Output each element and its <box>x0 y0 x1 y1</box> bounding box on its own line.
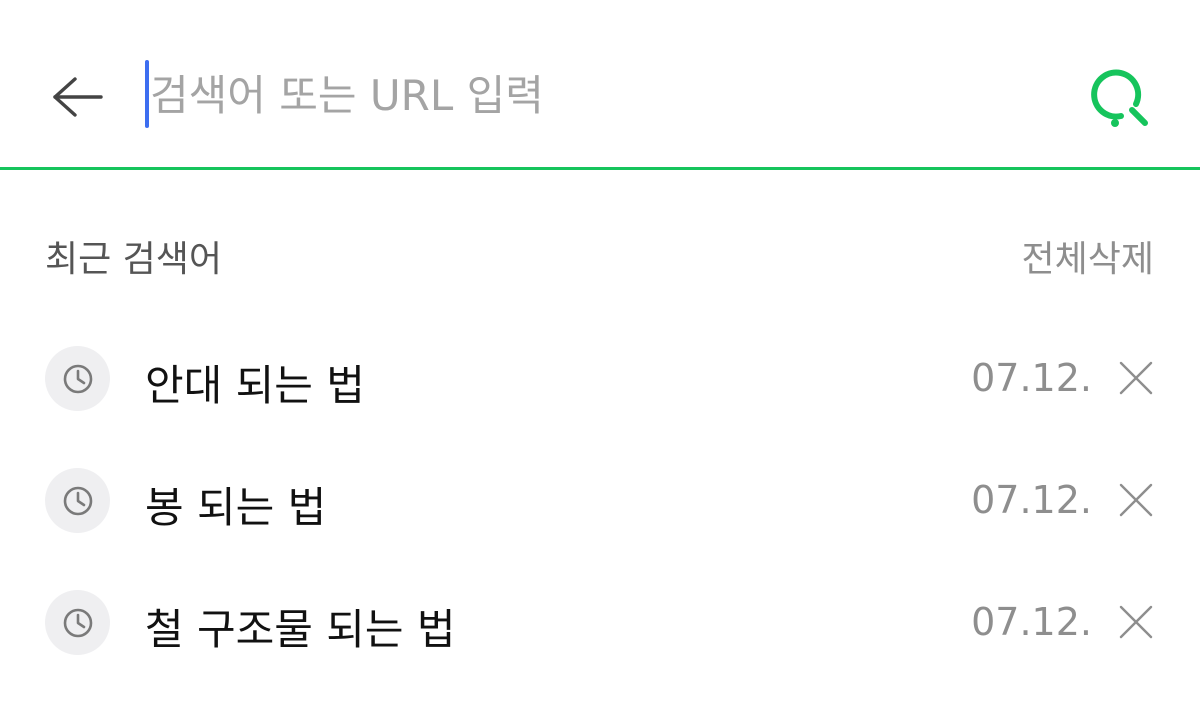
clock-icon <box>63 364 92 393</box>
clear-all-button[interactable]: 전체삭제 <box>1022 230 1154 282</box>
search-bar <box>0 0 1200 170</box>
section-title: 최근 검색어 <box>45 239 223 280</box>
recent-searches-header: 최근 검색어 전체삭제 <box>0 218 1200 298</box>
search-input[interactable] <box>150 60 1030 130</box>
search-date: 07.12. <box>971 356 1092 400</box>
search-term: 안대 되는 법 <box>145 361 365 410</box>
green-search-icon <box>1091 69 1148 127</box>
back-button[interactable] <box>46 66 108 128</box>
delete-button[interactable] <box>1116 480 1156 520</box>
search-term: 철 구조물 되는 법 <box>145 605 456 654</box>
list-item[interactable]: 안대 되는 법 07.12. <box>0 318 1200 440</box>
list-item[interactable]: 철 구조물 되는 법 07.12. <box>0 562 1200 684</box>
text-cursor <box>145 60 149 128</box>
clock-icon <box>63 608 92 637</box>
search-date: 07.12. <box>971 600 1092 644</box>
close-icon <box>1119 483 1153 517</box>
clock-icon <box>63 486 92 515</box>
close-icon <box>1119 361 1153 395</box>
search-submit-button[interactable] <box>1080 58 1156 134</box>
list-item[interactable]: 봉 되는 법 07.12. <box>0 440 1200 562</box>
history-icon-badge <box>45 590 110 655</box>
close-icon <box>1119 605 1153 639</box>
arrow-left-icon <box>53 77 103 117</box>
search-date: 07.12. <box>971 478 1092 522</box>
delete-button[interactable] <box>1116 358 1156 398</box>
history-icon-badge <box>45 346 110 411</box>
history-icon-badge <box>45 468 110 533</box>
search-term: 봉 되는 법 <box>145 483 327 532</box>
recent-search-list: 안대 되는 법 07.12. 봉 되는 법 07.12. 철 구조물 되는 법 … <box>0 318 1200 684</box>
delete-button[interactable] <box>1116 602 1156 642</box>
